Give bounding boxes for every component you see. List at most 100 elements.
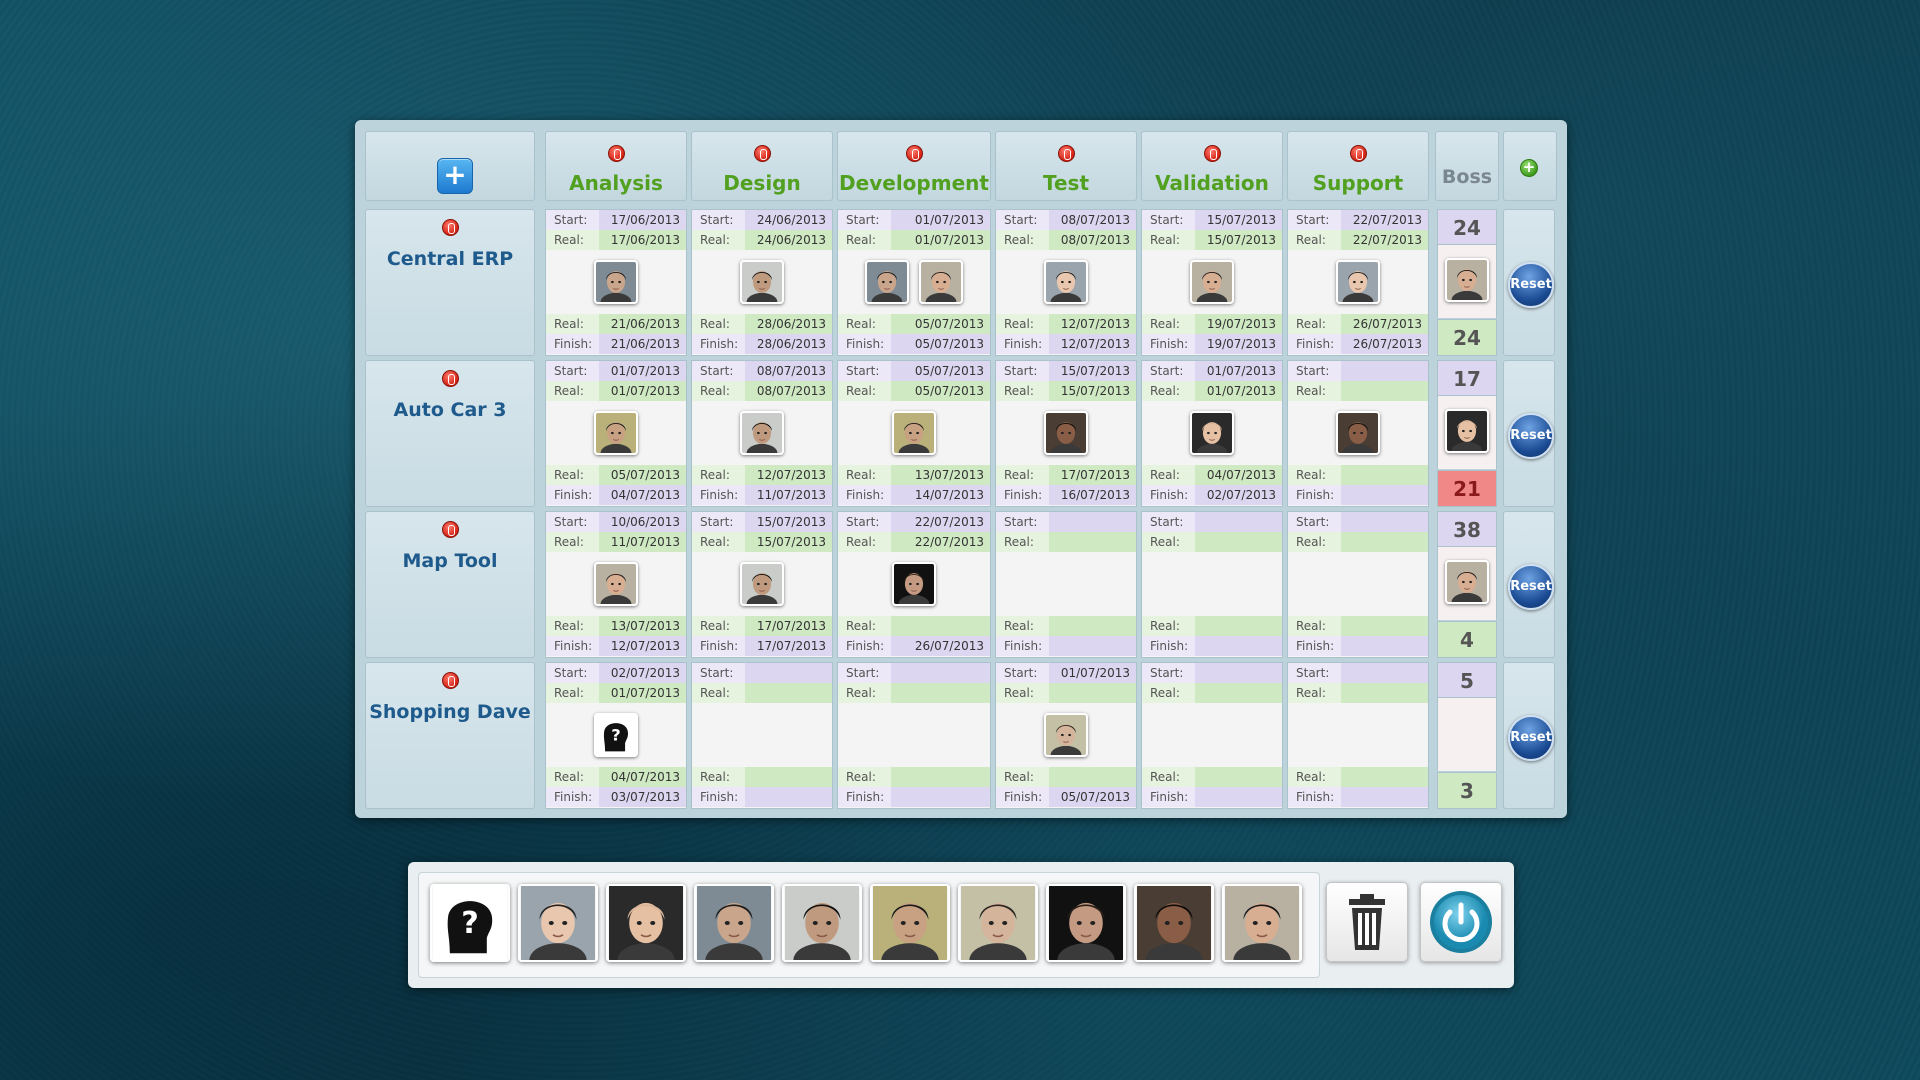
finish-date[interactable]: 26/07/2013 bbox=[891, 636, 990, 656]
reset-button[interactable]: Reset bbox=[1508, 413, 1554, 459]
finish-date[interactable]: 03/07/2013 bbox=[599, 787, 686, 807]
assignee-avatar[interactable] bbox=[865, 260, 909, 304]
assignee-avatar[interactable]: ? bbox=[594, 713, 638, 757]
project-name[interactable]: Auto Car 3 bbox=[366, 399, 534, 421]
finish-date[interactable] bbox=[1341, 485, 1428, 505]
finish-real-date[interactable] bbox=[1195, 767, 1282, 787]
assignees[interactable] bbox=[692, 703, 832, 767]
finish-real-date[interactable] bbox=[1049, 767, 1136, 787]
start-date[interactable]: 01/07/2013 bbox=[891, 210, 990, 230]
start-real-date[interactable]: 15/07/2013 bbox=[1195, 230, 1282, 250]
start-date[interactable]: 01/07/2013 bbox=[1049, 663, 1136, 683]
assignees[interactable] bbox=[1142, 250, 1282, 314]
assignees[interactable] bbox=[692, 552, 832, 616]
start-real-date[interactable] bbox=[1195, 532, 1282, 552]
assignee-avatar[interactable] bbox=[740, 260, 784, 304]
finish-real-date[interactable] bbox=[891, 616, 990, 636]
assignees[interactable] bbox=[692, 401, 832, 465]
assignees[interactable] bbox=[1142, 703, 1282, 767]
finish-real-date[interactable]: 26/07/2013 bbox=[1341, 314, 1428, 334]
start-real-date[interactable]: 05/07/2013 bbox=[891, 381, 990, 401]
assignees[interactable] bbox=[546, 250, 686, 314]
finish-date[interactable] bbox=[891, 787, 990, 807]
assignees[interactable] bbox=[1288, 703, 1428, 767]
start-real-date[interactable]: 08/07/2013 bbox=[745, 381, 832, 401]
start-date[interactable]: 22/07/2013 bbox=[1341, 210, 1428, 230]
task-cell[interactable]: Start: 10/06/2013 Real: 11/07/2013 Real: 13… bbox=[545, 511, 687, 658]
task-cell[interactable]: Start: Real: Real: Finish: bbox=[1141, 662, 1283, 809]
person-button[interactable] bbox=[606, 884, 686, 962]
finish-real-date[interactable]: 19/07/2013 bbox=[1195, 314, 1282, 334]
assignees[interactable] bbox=[1288, 552, 1428, 616]
start-real-date[interactable] bbox=[1341, 381, 1428, 401]
person-button[interactable] bbox=[694, 884, 774, 962]
assignees[interactable] bbox=[996, 552, 1136, 616]
task-cell[interactable]: Start: 01/07/2013 Real: Real: Finish: 05/0… bbox=[995, 662, 1137, 809]
start-date[interactable] bbox=[1341, 361, 1428, 381]
task-cell[interactable]: Start: 15/07/2013 Real: 15/07/2013 Real: 19… bbox=[1141, 209, 1283, 356]
project-name[interactable]: Shopping Dave bbox=[366, 701, 534, 723]
start-real-date[interactable] bbox=[891, 683, 990, 703]
start-real-date[interactable] bbox=[1195, 683, 1282, 703]
person-button[interactable] bbox=[1046, 884, 1126, 962]
assignees[interactable] bbox=[996, 250, 1136, 314]
start-real-date[interactable]: 01/07/2013 bbox=[599, 381, 686, 401]
finish-date[interactable]: 05/07/2013 bbox=[1049, 787, 1136, 807]
finish-real-date[interactable]: 05/07/2013 bbox=[891, 314, 990, 334]
person-button[interactable] bbox=[782, 884, 862, 962]
finish-date[interactable]: 19/07/2013 bbox=[1195, 334, 1282, 354]
assignee-avatar[interactable] bbox=[740, 411, 784, 455]
start-real-date[interactable]: 22/07/2013 bbox=[1341, 230, 1428, 250]
boss-avatar[interactable] bbox=[1445, 258, 1489, 302]
finish-date[interactable]: 26/07/2013 bbox=[1341, 334, 1428, 354]
finish-real-date[interactable] bbox=[891, 767, 990, 787]
assignees[interactable]: ? bbox=[546, 703, 686, 767]
assignees[interactable] bbox=[838, 703, 990, 767]
finish-real-date[interactable]: 17/07/2013 bbox=[1049, 465, 1136, 485]
finish-real-date[interactable] bbox=[1195, 616, 1282, 636]
start-real-date[interactable]: 22/07/2013 bbox=[891, 532, 990, 552]
person-button[interactable] bbox=[1222, 884, 1302, 962]
start-date[interactable] bbox=[1195, 512, 1282, 532]
finish-real-date[interactable]: 13/07/2013 bbox=[599, 616, 686, 636]
start-date[interactable] bbox=[1049, 512, 1136, 532]
boss-slot[interactable] bbox=[1437, 396, 1497, 469]
task-cell[interactable]: Start: 22/07/2013 Real: 22/07/2013 Real: 26… bbox=[1287, 209, 1429, 356]
start-date[interactable]: 15/07/2013 bbox=[745, 512, 832, 532]
start-date[interactable]: 22/07/2013 bbox=[891, 512, 990, 532]
start-real-date[interactable] bbox=[745, 683, 832, 703]
finish-real-date[interactable] bbox=[1049, 616, 1136, 636]
task-cell[interactable]: Start: 15/07/2013 Real: 15/07/2013 Real: 17… bbox=[691, 511, 833, 658]
boss-slot[interactable] bbox=[1437, 547, 1497, 620]
finish-real-date[interactable]: 04/07/2013 bbox=[1195, 465, 1282, 485]
start-real-date[interactable]: 01/07/2013 bbox=[1195, 381, 1282, 401]
assignee-avatar[interactable] bbox=[892, 411, 936, 455]
delete-stage-icon[interactable] bbox=[1204, 145, 1221, 162]
assignee-avatar[interactable] bbox=[1336, 260, 1380, 304]
start-real-date[interactable]: 24/06/2013 bbox=[745, 230, 832, 250]
assignees[interactable] bbox=[1288, 401, 1428, 465]
task-cell[interactable]: Start: 05/07/2013 Real: 05/07/2013 Real: 13… bbox=[837, 360, 991, 507]
finish-real-date[interactable] bbox=[1341, 767, 1428, 787]
finish-real-date[interactable]: 21/06/2013 bbox=[599, 314, 686, 334]
start-real-date[interactable]: 11/07/2013 bbox=[599, 532, 686, 552]
start-date[interactable]: 05/07/2013 bbox=[891, 361, 990, 381]
assignees[interactable] bbox=[1288, 250, 1428, 314]
delete-project-icon[interactable] bbox=[442, 672, 459, 689]
start-real-date[interactable]: 01/07/2013 bbox=[891, 230, 990, 250]
boss-slot[interactable] bbox=[1437, 245, 1497, 318]
project-name[interactable]: Map Tool bbox=[366, 550, 534, 572]
start-date[interactable]: 02/07/2013 bbox=[599, 663, 686, 683]
finish-date[interactable]: 17/07/2013 bbox=[745, 636, 832, 656]
task-cell[interactable]: Start: Real: Real: Finish: bbox=[691, 662, 833, 809]
finish-date[interactable]: 12/07/2013 bbox=[1049, 334, 1136, 354]
assignee-avatar[interactable] bbox=[1336, 411, 1380, 455]
finish-date[interactable]: 11/07/2013 bbox=[745, 485, 832, 505]
delete-stage-icon[interactable] bbox=[1350, 145, 1367, 162]
assignees[interactable] bbox=[838, 552, 990, 616]
person-button[interactable] bbox=[958, 884, 1038, 962]
assignee-avatar[interactable] bbox=[594, 411, 638, 455]
task-cell[interactable]: Start: 17/06/2013 Real: 17/06/2013 Real: 21… bbox=[545, 209, 687, 356]
person-button[interactable] bbox=[1134, 884, 1214, 962]
power-button[interactable] bbox=[1420, 882, 1502, 962]
